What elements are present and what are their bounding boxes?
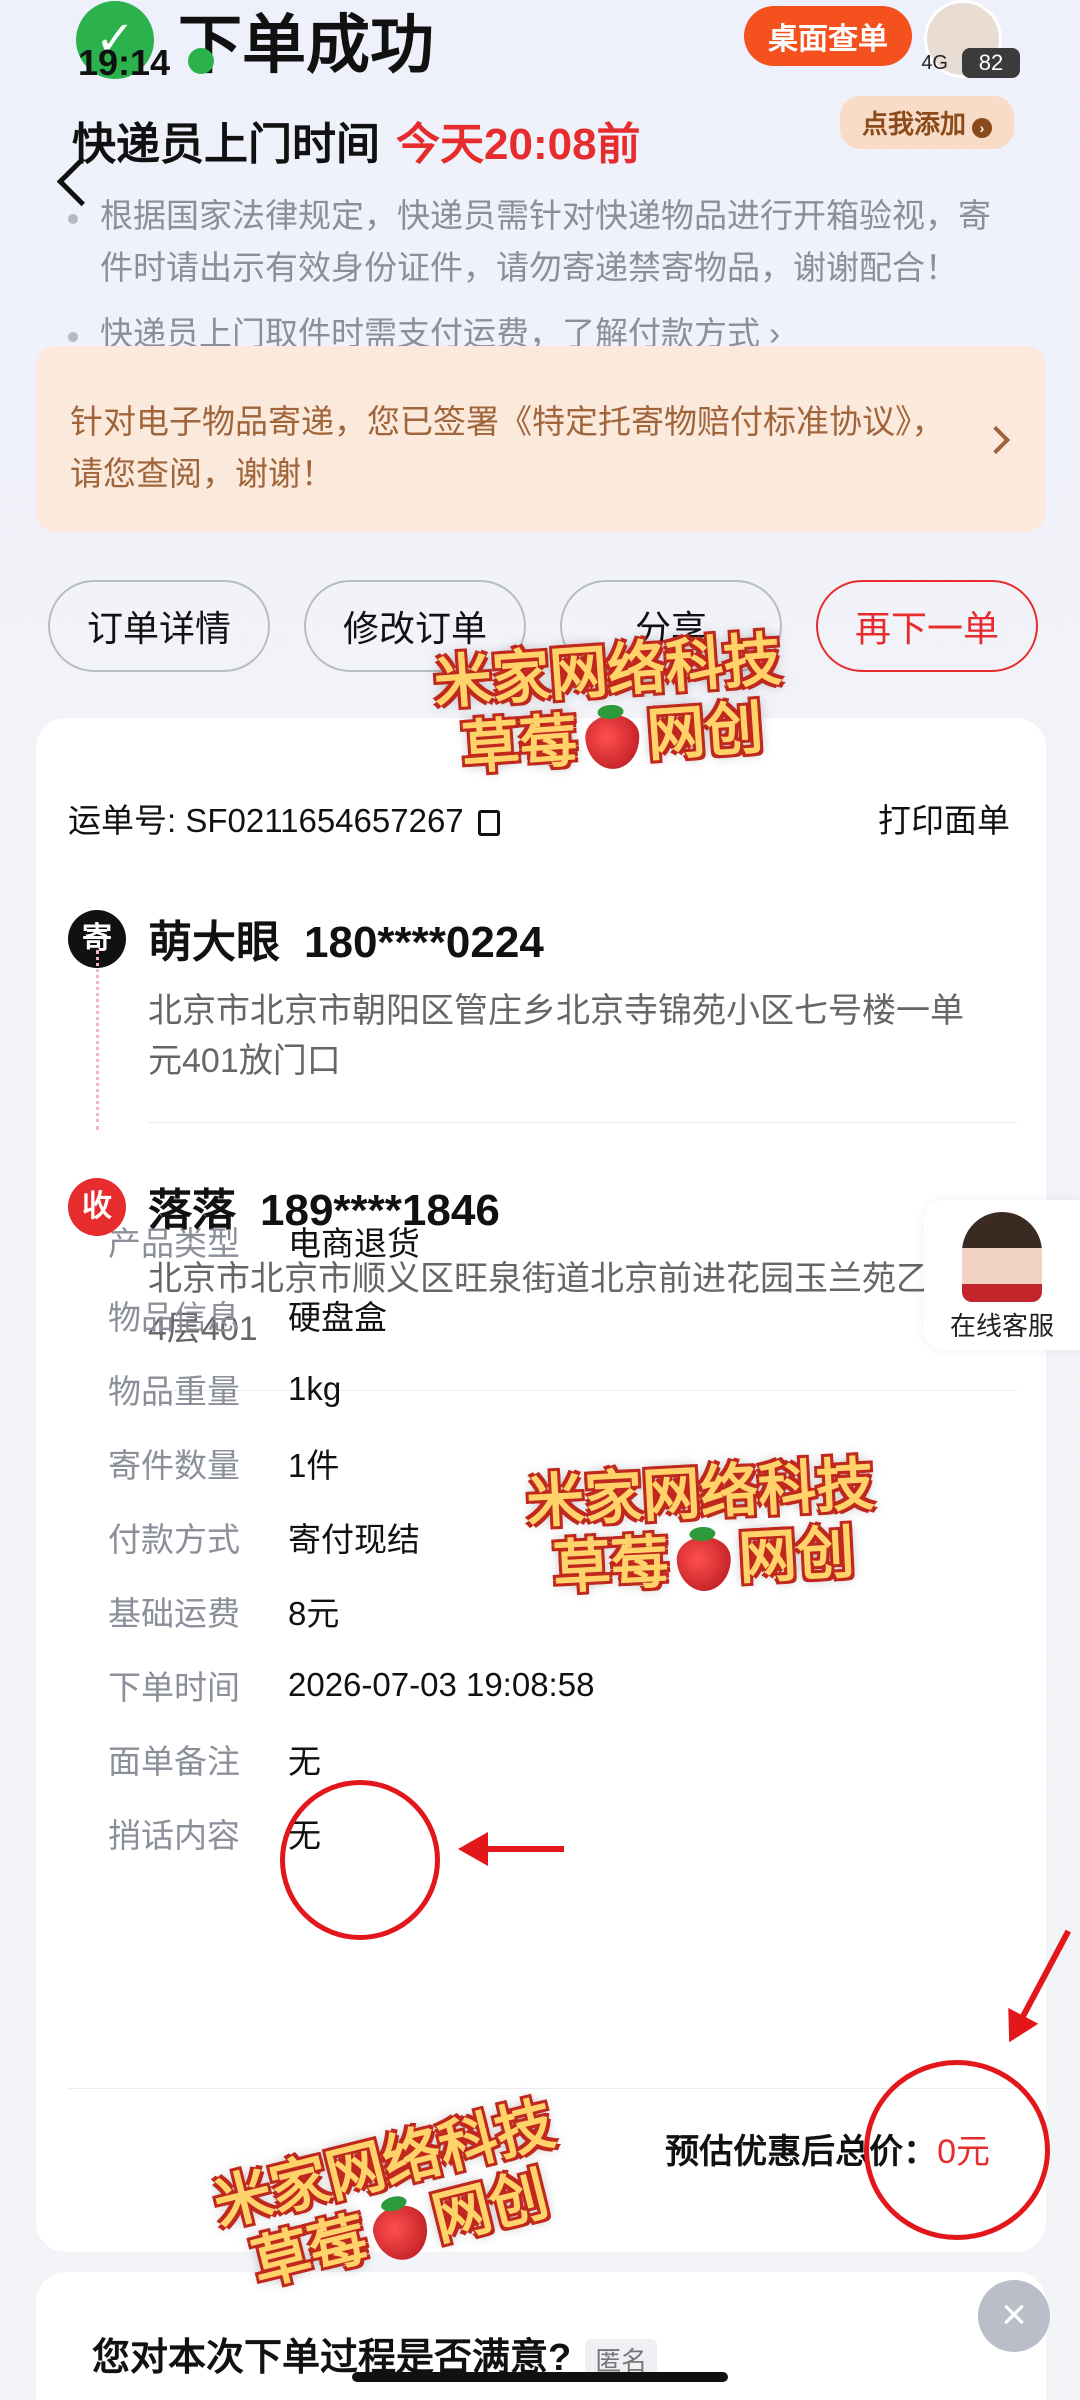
chevron-right-icon [981, 425, 1011, 455]
pickup-deadline: 今天20:08前 [396, 120, 641, 169]
page-title: 下单成功 [178, 9, 434, 81]
sender-phone: 180****0224 [304, 918, 544, 967]
annotation-circle [864, 2060, 1050, 2240]
detail-key: 面单备注 [108, 1743, 240, 1780]
detail-key: 下单时间 [108, 1669, 240, 1706]
close-icon[interactable]: × [978, 2280, 1050, 2352]
strawberry-icon [368, 2199, 434, 2266]
copy-icon[interactable] [477, 810, 500, 837]
detail-key: 捎话内容 [108, 1817, 240, 1854]
watermark-word-b: 网创 [736, 1517, 857, 1592]
detail-key: 物品信息 [108, 1299, 240, 1336]
detail-value: 寄付现结 [288, 1521, 420, 1558]
add-pill-label: 点我添加 [861, 109, 966, 139]
detail-row: 基础运费 8元 [108, 1574, 594, 1648]
electronics-agreement-notice[interactable]: 针对电子物品寄递，您已签署《特定托寄物赔付标准协议》，请您查阅，谢谢！ [36, 346, 1046, 532]
home-indicator [352, 2372, 728, 2382]
desk-order-badge[interactable]: 桌面查单 [744, 6, 912, 66]
detail-row: 下单时间 2026-07-03 19:08:58 [108, 1648, 594, 1722]
watermark-word-a: 草莓 [551, 1527, 671, 1602]
detail-value: 1件 [288, 1447, 340, 1484]
order-detail-button[interactable]: 订单详情 [48, 580, 270, 672]
sender-name: 萌大眼 180****0224 [148, 906, 544, 970]
detail-row: 付款方式 寄付现结 [108, 1500, 594, 1574]
waybill-number: 运单号: SF0211654657267 [68, 794, 500, 842]
annotation-circle [280, 1780, 440, 1940]
watermark-word-b: 网创 [644, 693, 766, 770]
detail-key: 产品类型 [108, 1225, 240, 1262]
online-service-button[interactable]: 在线客服 [924, 1200, 1080, 1350]
pickup-label: 快递员上门时间 [72, 120, 380, 169]
status-time: 19:14 [78, 42, 171, 83]
order-details: 产品类型 电商退货 物品信息 硬盘盒 物品重量 1kg 寄件数量 1件 付款方式 寄付现结… [108, 1204, 594, 1870]
detail-row: 物品重量 1kg [108, 1352, 594, 1426]
strawberry-icon [583, 712, 642, 771]
status-indicators: 4G 82 [921, 48, 1020, 78]
sender-name-text: 萌大眼 [148, 918, 280, 967]
print-label-button[interactable]: 打印面单 [878, 794, 1010, 842]
pickup-time: 快递员上门时间 今天20:08前 [72, 108, 641, 172]
detail-value: 无 [288, 1743, 321, 1780]
detail-key: 寄件数量 [108, 1447, 240, 1484]
notice-text: 针对电子物品寄递，您已签署《特定托寄物赔付标准协议》，请您查阅，谢谢！ [70, 403, 945, 492]
detail-value: 8元 [288, 1595, 340, 1632]
divider [148, 1122, 1018, 1123]
detail-value: 1kg [288, 1370, 342, 1407]
battery-icon: 82 [962, 48, 1020, 78]
wechat-status-icon [188, 48, 214, 74]
sender-address: 北京市北京市朝阳区管庄乡北京寺锦苑小区七号楼一单元401放门口 [148, 992, 964, 1080]
annotation-arrow [458, 1832, 564, 1866]
service-label: 在线客服 [949, 1311, 1054, 1341]
note-inspection: 根据国家法律规定，快递员需针对快递物品进行开箱验视，寄件时请出示有效身份证件，请… [68, 190, 1008, 294]
detail-value: 电商退货 [288, 1225, 420, 1262]
service-agent-avatar [962, 1212, 1042, 1302]
detail-value: 2026-07-03 19:08:58 [288, 1666, 595, 1703]
waybill-label: 运单号: SF0211654657267 [68, 802, 464, 839]
route-dotted-line [96, 950, 99, 1130]
detail-key: 物品重量 [108, 1373, 240, 1410]
detail-key: 基础运费 [108, 1595, 240, 1632]
reorder-button[interactable]: 再下一单 [816, 580, 1038, 672]
detail-value: 硬盘盒 [288, 1299, 387, 1336]
watermark: 米家网络科技 草莓 网创 [432, 625, 788, 783]
watermark-word-a: 草莓 [459, 706, 580, 783]
detail-row: 产品类型 电商退货 [108, 1204, 594, 1278]
watermark: 米家网络科技 草莓 网创 [525, 1450, 880, 1602]
detail-row: 物品信息 硬盘盒 [108, 1278, 594, 1352]
detail-row: 寄件数量 1件 [108, 1426, 594, 1500]
add-to-desktop-button[interactable]: 点我添加 › [839, 96, 1014, 149]
detail-key: 付款方式 [108, 1521, 240, 1558]
chevron-right-icon: › [972, 118, 992, 138]
strawberry-icon [675, 1535, 733, 1592]
network-label: 4G [921, 51, 948, 74]
